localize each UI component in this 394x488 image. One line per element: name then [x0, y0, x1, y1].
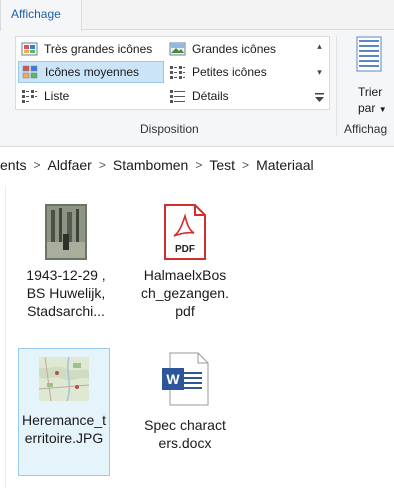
- file-item[interactable]: PDF HalmaelxBosch_gezangen.pdf: [139, 204, 231, 320]
- chevron-right-icon[interactable]: >: [242, 158, 249, 172]
- layout-label: Grandes icônes: [192, 42, 277, 56]
- small-icons-icon: [170, 66, 185, 79]
- layout-label: Petites icônes: [192, 65, 267, 79]
- medium-icons-icon: [22, 65, 38, 79]
- ribbon-tabbar: Affichage: [0, 0, 394, 31]
- view-group-label: Affichag: [344, 122, 388, 136]
- layout-label: Icônes moyennes: [45, 65, 140, 79]
- chevron-down-icon: ▼: [378, 105, 387, 114]
- sort-by-label: Trier par ▼: [358, 85, 387, 115]
- layout-group-label: Disposition: [140, 122, 199, 136]
- layout-extra-large-icons[interactable]: Très grandes icônes: [18, 38, 166, 60]
- tab-affichage[interactable]: Affichage: [0, 0, 82, 31]
- breadcrumb-item[interactable]: Materiaal: [249, 157, 321, 173]
- svg-text:W: W: [166, 371, 180, 387]
- nav-pane-edge: [0, 186, 6, 488]
- breadcrumb-item[interactable]: Stambomen: [106, 157, 195, 173]
- layout-large-icons[interactable]: Grandes icônes: [166, 38, 312, 60]
- layout-label: Liste: [44, 89, 70, 103]
- breadcrumb-item[interactable]: Test: [202, 157, 242, 173]
- file-name: 1943-12-29 , BS Huwelijk, Stadsarchi...: [26, 267, 106, 319]
- chevron-right-icon[interactable]: >: [33, 158, 40, 172]
- breadcrumb: ents > Aldfaer > Stambomen > Test > Mate…: [0, 148, 394, 182]
- extra-large-icons-icon: [21, 42, 38, 56]
- layout-small-icons[interactable]: Petites icônes: [166, 61, 312, 83]
- map-thumbnail-icon: [39, 357, 89, 401]
- ribbon-body: Très grandes icônes Grandes icônes Icône…: [0, 29, 394, 147]
- gallery-scroll-down-icon[interactable]: ▾: [313, 63, 326, 81]
- file-name: Spec characters.docx: [144, 417, 226, 451]
- word-file-icon: W: [162, 352, 209, 406]
- layout-label: Très grandes icônes: [44, 42, 153, 56]
- chevron-right-icon[interactable]: >: [195, 158, 202, 172]
- breadcrumb-item[interactable]: Aldfaer: [40, 157, 98, 173]
- large-icons-icon: [169, 42, 186, 56]
- file-item[interactable]: 1943-12-29 , BS Huwelijk, Stadsarchi...: [20, 204, 112, 320]
- file-item-selected[interactable]: Heremance_territoire.JPG: [18, 348, 110, 476]
- layout-list[interactable]: Liste: [18, 85, 164, 107]
- list-icon: [22, 90, 37, 103]
- sort-by-icon: [356, 36, 382, 72]
- photo-thumbnail-icon: [45, 204, 87, 260]
- details-icon: [170, 90, 185, 103]
- layout-label: Détails: [192, 89, 229, 103]
- file-name: Heremance_territoire.JPG: [21, 412, 107, 446]
- gallery-expand-icon[interactable]: [313, 89, 326, 107]
- layout-medium-icons[interactable]: Icônes moyennes: [18, 61, 164, 83]
- pdf-file-icon: PDF: [164, 204, 206, 260]
- breadcrumb-item[interactable]: ents: [0, 157, 33, 173]
- layout-gallery: Très grandes icônes Grandes icônes Icône…: [15, 36, 330, 110]
- file-name: HalmaelxBosch_gezangen.pdf: [141, 267, 229, 319]
- file-view: 1943-12-29 , BS Huwelijk, Stadsarchi... …: [0, 186, 394, 488]
- gallery-scroll-up-icon[interactable]: ▴: [313, 37, 326, 55]
- chevron-right-icon[interactable]: >: [99, 158, 106, 172]
- layout-details[interactable]: Détails: [166, 85, 312, 107]
- svg-text:PDF: PDF: [175, 244, 195, 255]
- sort-by-button[interactable]: Trier par ▼: [345, 34, 394, 118]
- file-item[interactable]: W Spec characters.docx: [139, 352, 231, 452]
- group-divider: [336, 36, 337, 136]
